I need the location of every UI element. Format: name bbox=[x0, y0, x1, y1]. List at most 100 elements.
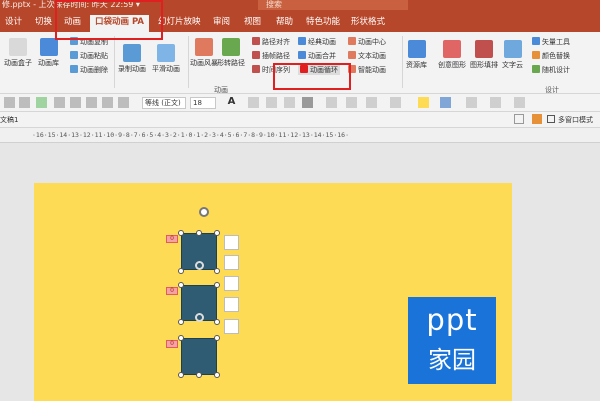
path-align-button[interactable]: 路径对齐 bbox=[252, 37, 290, 47]
collapse-up-icon[interactable] bbox=[224, 235, 239, 250]
format-icon[interactable] bbox=[86, 97, 97, 108]
animated-square-3[interactable] bbox=[181, 338, 217, 375]
word-cloud-button[interactable]: 文字云 bbox=[502, 40, 523, 70]
interpolate-icon bbox=[252, 51, 260, 59]
horizontal-ruler: ·16·15·14·13·12·11·10·9·8·7·6·5·4·3·2·1·… bbox=[0, 128, 600, 143]
animation-center-button[interactable]: 动画中心 bbox=[348, 37, 386, 47]
font-color-icon[interactable]: A bbox=[226, 97, 237, 108]
random-icon bbox=[532, 65, 540, 73]
tab-slideshow[interactable]: 幻灯片放映 bbox=[158, 16, 201, 28]
random-design-button[interactable]: 随机设计 bbox=[532, 65, 570, 75]
animation-storm-button[interactable]: 动画风暴 bbox=[190, 38, 218, 68]
selection-handle[interactable] bbox=[178, 335, 184, 341]
tab-design[interactable]: 设计 bbox=[5, 16, 22, 28]
creative-shape-button[interactable]: 创意图形 bbox=[438, 40, 466, 70]
spacing-icon[interactable] bbox=[366, 97, 377, 108]
animation-order-badge: 0 bbox=[166, 287, 178, 295]
crop-icon[interactable] bbox=[224, 319, 239, 334]
delete-animation-button[interactable]: 动画删除 bbox=[70, 65, 108, 75]
animation-order-badge: 0 bbox=[166, 340, 178, 348]
classic-animation-button[interactable]: 经典动画 bbox=[298, 37, 336, 47]
record-animation-button[interactable]: 录制动画 bbox=[118, 44, 146, 74]
multi-window-mode[interactable]: 多窗口模式 bbox=[558, 115, 593, 125]
gear-icon[interactable] bbox=[532, 114, 542, 124]
vector-tools-button[interactable]: 矢量工具 bbox=[532, 37, 570, 47]
group-icon[interactable] bbox=[514, 97, 525, 108]
line-color-icon[interactable] bbox=[440, 97, 451, 108]
path-align-icon bbox=[252, 37, 260, 45]
center-icon bbox=[348, 37, 356, 45]
text-anim-icon bbox=[348, 51, 356, 59]
font-family-select[interactable]: 等线 (正文) bbox=[142, 97, 186, 109]
tab-view[interactable]: 视图 bbox=[244, 16, 261, 28]
logo-text-bottom: 家园 bbox=[428, 346, 476, 374]
duplicate-icon[interactable] bbox=[224, 297, 239, 312]
text-animation-button[interactable]: 文本动画 bbox=[348, 51, 386, 61]
selection-handle[interactable] bbox=[214, 230, 220, 236]
indent-icon[interactable] bbox=[346, 97, 357, 108]
tab-special[interactable]: 特色功能 bbox=[306, 16, 340, 28]
format-icon[interactable] bbox=[102, 97, 113, 108]
selection-handle[interactable] bbox=[196, 372, 202, 378]
format-icon[interactable] bbox=[4, 97, 15, 108]
align-right-icon[interactable] bbox=[284, 97, 295, 108]
list-icon[interactable] bbox=[326, 97, 337, 108]
format-icon[interactable] bbox=[54, 97, 65, 108]
merge-icon bbox=[298, 51, 306, 59]
animation-box-button[interactable]: 动画盒子 bbox=[4, 38, 32, 68]
selection-handle[interactable] bbox=[214, 319, 220, 325]
format-icon[interactable] bbox=[19, 97, 30, 108]
document-tab[interactable]: 文稿1 bbox=[0, 115, 18, 125]
shape-to-path-button[interactable]: 形转路径 bbox=[217, 38, 245, 68]
selection-handle[interactable] bbox=[178, 319, 184, 325]
paste-icon bbox=[70, 51, 78, 59]
effect-icon[interactable] bbox=[466, 97, 477, 108]
color-replace-button[interactable]: 颜色替换 bbox=[532, 51, 570, 61]
font-size-select[interactable]: 18 bbox=[190, 97, 216, 109]
fill-icon bbox=[475, 40, 493, 58]
delete-icon bbox=[70, 65, 78, 73]
format-toolbar: 等线 (正文) 18 A bbox=[0, 94, 600, 112]
shape-icon[interactable] bbox=[390, 97, 401, 108]
format-icon[interactable] bbox=[70, 97, 81, 108]
animation-order-badge: 0 bbox=[166, 235, 178, 243]
smooth-animation-button[interactable]: 平滑动画 bbox=[152, 44, 180, 74]
highlight-loop-box bbox=[273, 63, 351, 90]
ribbon-divider bbox=[188, 36, 189, 88]
selection-handle[interactable] bbox=[214, 268, 220, 274]
format-icon[interactable] bbox=[118, 97, 129, 108]
selection-handle[interactable] bbox=[196, 230, 202, 236]
shape-fill-button[interactable]: 图形填排 bbox=[470, 40, 498, 70]
align-panel-icon[interactable] bbox=[224, 276, 239, 291]
fill-color-icon[interactable] bbox=[418, 97, 429, 108]
search-box[interactable]: 搜索 bbox=[258, 0, 408, 10]
align-center-icon[interactable] bbox=[266, 97, 277, 108]
layout-options-icon[interactable] bbox=[224, 255, 239, 270]
tab-transitions[interactable]: 切换 bbox=[35, 16, 52, 28]
arrange-icon[interactable] bbox=[490, 97, 501, 108]
slide[interactable]: 0 0 0 ppt 家园 bbox=[34, 183, 512, 401]
align-left-icon[interactable] bbox=[248, 97, 259, 108]
animation-library-button[interactable]: 动画库 bbox=[38, 38, 59, 68]
storm-icon bbox=[195, 38, 213, 56]
interpolate-path-button[interactable]: 插帧路径 bbox=[252, 51, 290, 61]
selection-handle[interactable] bbox=[178, 372, 184, 378]
selection-handle[interactable] bbox=[214, 372, 220, 378]
merge-animation-button[interactable]: 动画合并 bbox=[298, 51, 336, 61]
resource-library-button[interactable]: 资源库 bbox=[406, 40, 427, 70]
tab-help[interactable]: 帮助 bbox=[276, 16, 293, 28]
tab-review[interactable]: 审阅 bbox=[213, 16, 230, 28]
selection-handle[interactable] bbox=[178, 230, 184, 236]
selection-handle[interactable] bbox=[178, 268, 184, 274]
smart-animation-button[interactable]: 智能动画 bbox=[348, 65, 386, 75]
select-icon[interactable] bbox=[36, 97, 47, 108]
justify-icon[interactable] bbox=[302, 97, 313, 108]
tab-shape-format[interactable]: 形状格式 bbox=[351, 16, 385, 28]
selection-handle[interactable] bbox=[214, 335, 220, 341]
ppt-home-logo: ppt 家园 bbox=[408, 297, 496, 384]
paste-animation-button[interactable]: 动画粘贴 bbox=[70, 51, 108, 61]
window-icon[interactable] bbox=[514, 114, 524, 124]
rotate-handle[interactable] bbox=[199, 207, 209, 217]
selection-handle[interactable] bbox=[178, 282, 184, 288]
selection-handle[interactable] bbox=[214, 282, 220, 288]
